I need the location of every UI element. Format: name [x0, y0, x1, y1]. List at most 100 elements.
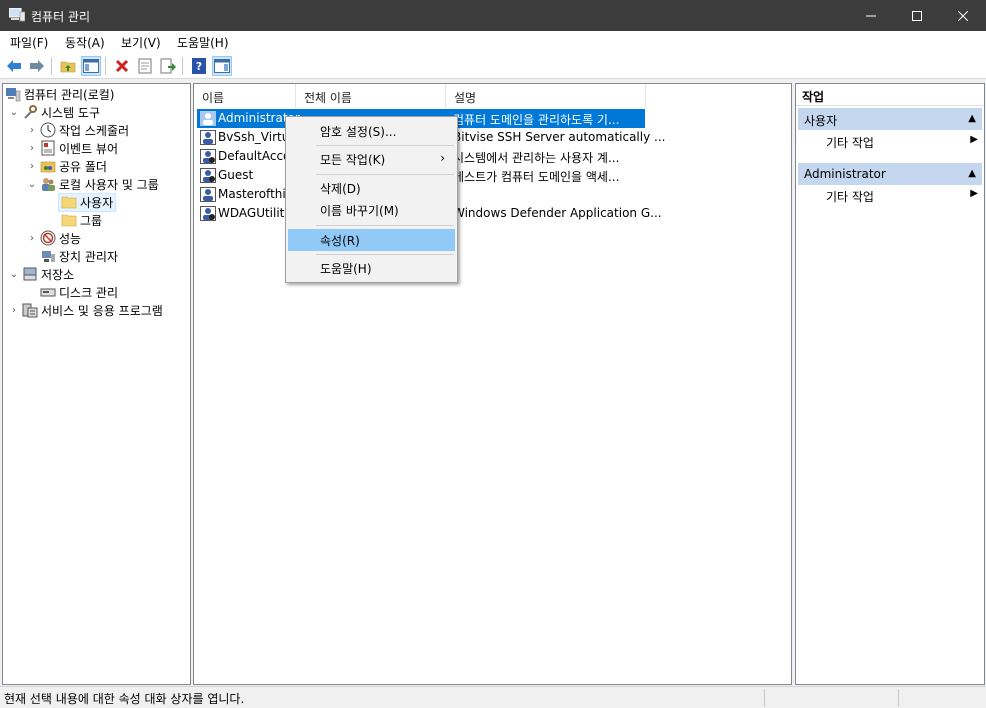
menu-file[interactable]: 파일(F) — [10, 34, 48, 51]
action-more-actions[interactable]: 기타 작업 ▶ — [826, 134, 982, 152]
maximize-icon — [912, 10, 922, 21]
user-description: Bitvise SSH Server automatically ... — [453, 130, 666, 144]
status-cell — [764, 689, 898, 707]
action-group-users[interactable]: 사용자 ▲ — [798, 108, 982, 130]
status-cell — [898, 689, 986, 707]
tree-label: 장치 관리자 — [59, 249, 119, 264]
forward-arrow-icon — [30, 60, 44, 72]
action-group-label: Administrator — [804, 167, 886, 181]
window-title: 컴퓨터 관리 — [31, 10, 91, 24]
user-description: 게스트가 컴퓨터 도메인을 액세... — [453, 170, 620, 184]
action-label: 기타 작업 — [826, 190, 874, 204]
chevron-right-icon[interactable]: › — [27, 125, 37, 136]
performance-icon — [40, 230, 56, 246]
menu-bar: 파일(F) 동작(A) 보기(V) 도움말(H) — [0, 31, 986, 52]
collapse-icon[interactable]: ▲ — [968, 168, 976, 179]
tree-item-device-manager[interactable]: 장치 관리자 — [40, 247, 118, 265]
menu-item-set-password[interactable]: 암호 설정(S)... — [288, 120, 455, 142]
storage-icon — [23, 267, 37, 281]
tree-label: 작업 스케줄러 — [59, 123, 130, 138]
tree-item-task-scheduler[interactable]: › 작업 스케줄러 — [27, 121, 129, 139]
tree-label: 저장소 — [41, 267, 75, 282]
chevron-down-icon[interactable]: ⌄ — [27, 179, 37, 190]
disabled-user-icon — [200, 206, 216, 221]
user-name: Guest — [218, 168, 254, 182]
chevron-right-icon[interactable]: › — [27, 233, 37, 244]
tree-label: 이벤트 뷰어 — [59, 141, 119, 156]
tree-item-computer-management[interactable]: 컴퓨터 관리(로컬) — [5, 85, 114, 103]
disk-icon — [40, 288, 56, 297]
tree-item-users[interactable]: 사용자 — [58, 192, 117, 212]
tree-item-event-viewer[interactable]: › 이벤트 뷰어 — [27, 139, 118, 157]
menu-item-rename[interactable]: 이름 바꾸기(M) — [288, 199, 455, 221]
forward-button[interactable] — [27, 56, 47, 76]
clock-icon — [40, 122, 56, 138]
menu-item-properties[interactable]: 속성(R) — [288, 229, 455, 251]
chevron-down-icon[interactable]: ⌄ — [9, 107, 19, 118]
tree-label: 사용자 — [80, 195, 114, 210]
users-group-icon — [42, 178, 55, 191]
tree-label: 서비스 및 응용 프로그램 — [41, 303, 163, 318]
menu-item-all-tasks[interactable]: 모든 작업(K) › — [288, 148, 455, 170]
chevron-right-icon[interactable]: › — [9, 305, 19, 316]
delete-button[interactable] — [112, 56, 132, 76]
tree-item-groups[interactable]: 그룹 — [61, 211, 102, 229]
tree-item-disk-management[interactable]: 디스크 관리 — [40, 283, 118, 301]
chevron-right-icon[interactable]: › — [27, 143, 37, 154]
toolbar: ? — [0, 52, 986, 79]
back-arrow-icon — [7, 60, 21, 72]
status-text: 현재 선택 내용에 대한 속성 대화 상자를 엽니다. — [4, 692, 245, 706]
show-hide-tree-button[interactable] — [81, 56, 101, 76]
tree-label: 컴퓨터 관리(로컬) — [24, 87, 115, 102]
status-bar: 현재 선택 내용에 대한 속성 대화 상자를 엽니다. — [0, 686, 986, 708]
action-more-actions[interactable]: 기타 작업 ▶ — [826, 188, 982, 206]
show-hide-action-pane-button[interactable] — [212, 56, 232, 76]
column-header-description[interactable]: 설명 — [446, 84, 646, 108]
close-button[interactable] — [940, 0, 986, 31]
up-one-level-button[interactable] — [58, 56, 78, 76]
user-list: 이름 전체 이름 설명 Administrator 컴퓨터 도메인을 관리하도록… — [193, 83, 792, 685]
user-icon — [200, 130, 216, 145]
user-name: Masterofthis — [218, 187, 292, 201]
disabled-user-icon — [200, 149, 216, 164]
column-header-full-name[interactable]: 전체 이름 — [296, 84, 446, 108]
action-group-label: 사용자 — [804, 114, 838, 128]
tools-icon — [24, 105, 37, 119]
tree-item-local-users-groups[interactable]: ⌄ 로컬 사용자 및 그룹 — [27, 175, 159, 193]
minimize-button[interactable] — [848, 0, 894, 31]
column-header-name[interactable]: 이름 — [194, 84, 296, 108]
tree-item-shared-folders[interactable]: › 공유 폴더 — [27, 157, 107, 175]
disabled-user-icon — [200, 168, 216, 183]
tree-label: 시스템 도구 — [41, 105, 101, 120]
menu-item-help[interactable]: 도움말(H) — [288, 257, 455, 279]
tree-label: 로컬 사용자 및 그룹 — [59, 177, 159, 192]
properties-button[interactable] — [135, 56, 155, 76]
tree-item-performance[interactable]: › 성능 — [27, 229, 81, 247]
tree-item-system-tools[interactable]: ⌄ 시스템 도구 — [9, 103, 100, 121]
help-button[interactable]: ? — [189, 56, 209, 76]
up-folder-icon — [60, 61, 76, 73]
tree-label: 성능 — [59, 231, 82, 246]
maximize-button[interactable] — [894, 0, 940, 31]
menu-item-label: 모든 작업(K) — [320, 153, 386, 167]
chevron-right-icon[interactable]: › — [27, 161, 37, 172]
show-hide-action-pane-icon — [214, 59, 230, 73]
menu-help[interactable]: 도움말(H) — [177, 34, 229, 51]
menu-view[interactable]: 보기(V) — [121, 34, 161, 51]
user-icon — [200, 111, 216, 126]
menu-item-delete[interactable]: 삭제(D) — [288, 177, 455, 199]
tree-label: 공유 폴더 — [59, 159, 107, 174]
tree-item-storage[interactable]: ⌄ 저장소 — [9, 265, 74, 283]
svg-text:?: ? — [196, 60, 202, 73]
shared-folder-icon — [40, 161, 56, 173]
back-button[interactable] — [4, 56, 24, 76]
tree-item-services-apps[interactable]: › 서비스 및 응용 프로그램 — [9, 301, 163, 319]
export-list-button[interactable] — [158, 56, 178, 76]
chevron-down-icon[interactable]: ⌄ — [9, 269, 19, 280]
collapse-icon[interactable]: ▲ — [968, 113, 976, 124]
menu-action[interactable]: 동작(A) — [65, 34, 105, 51]
console-tree: 컴퓨터 관리(로컬) ⌄ 시스템 도구 › 작업 스케줄러 › 이벤트 뷰어 ›… — [2, 83, 191, 685]
folder-icon — [61, 214, 77, 227]
action-group-administrator[interactable]: Administrator ▲ — [798, 163, 982, 185]
event-viewer-icon — [41, 140, 55, 156]
